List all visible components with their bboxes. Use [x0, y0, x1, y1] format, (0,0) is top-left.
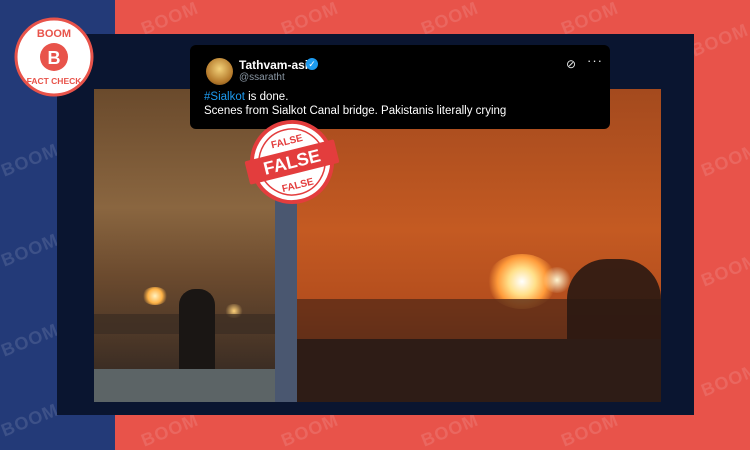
tweet-text-line2: Scenes from Sialkot Canal bridge. Pakist… [204, 105, 507, 117]
logo-bottom-text: FACT CHECK [27, 76, 83, 86]
logo-top-text: BOOM [37, 28, 71, 40]
verified-badge-icon: ✓ [306, 58, 318, 70]
tweet-card: Tathvam-asi ✓ @ssaratht ⊘ ··· #Sialkot i… [190, 45, 610, 129]
tweet-text-line1: #Sialkot is done. [204, 91, 289, 103]
author-handle[interactable]: @ssaratht [239, 72, 285, 83]
grok-icon[interactable]: ⊘ [566, 57, 576, 71]
author-name[interactable]: Tathvam-asi [239, 58, 308, 72]
logo-letter: B [48, 48, 61, 68]
boom-fact-check-logo: B BOOM FACT CHECK [14, 17, 94, 97]
night-fire-photo-right [297, 89, 661, 402]
hashtag-link[interactable]: #Sialkot [204, 91, 245, 103]
more-options-icon[interactable]: ··· [587, 53, 603, 68]
avatar[interactable] [206, 58, 233, 85]
